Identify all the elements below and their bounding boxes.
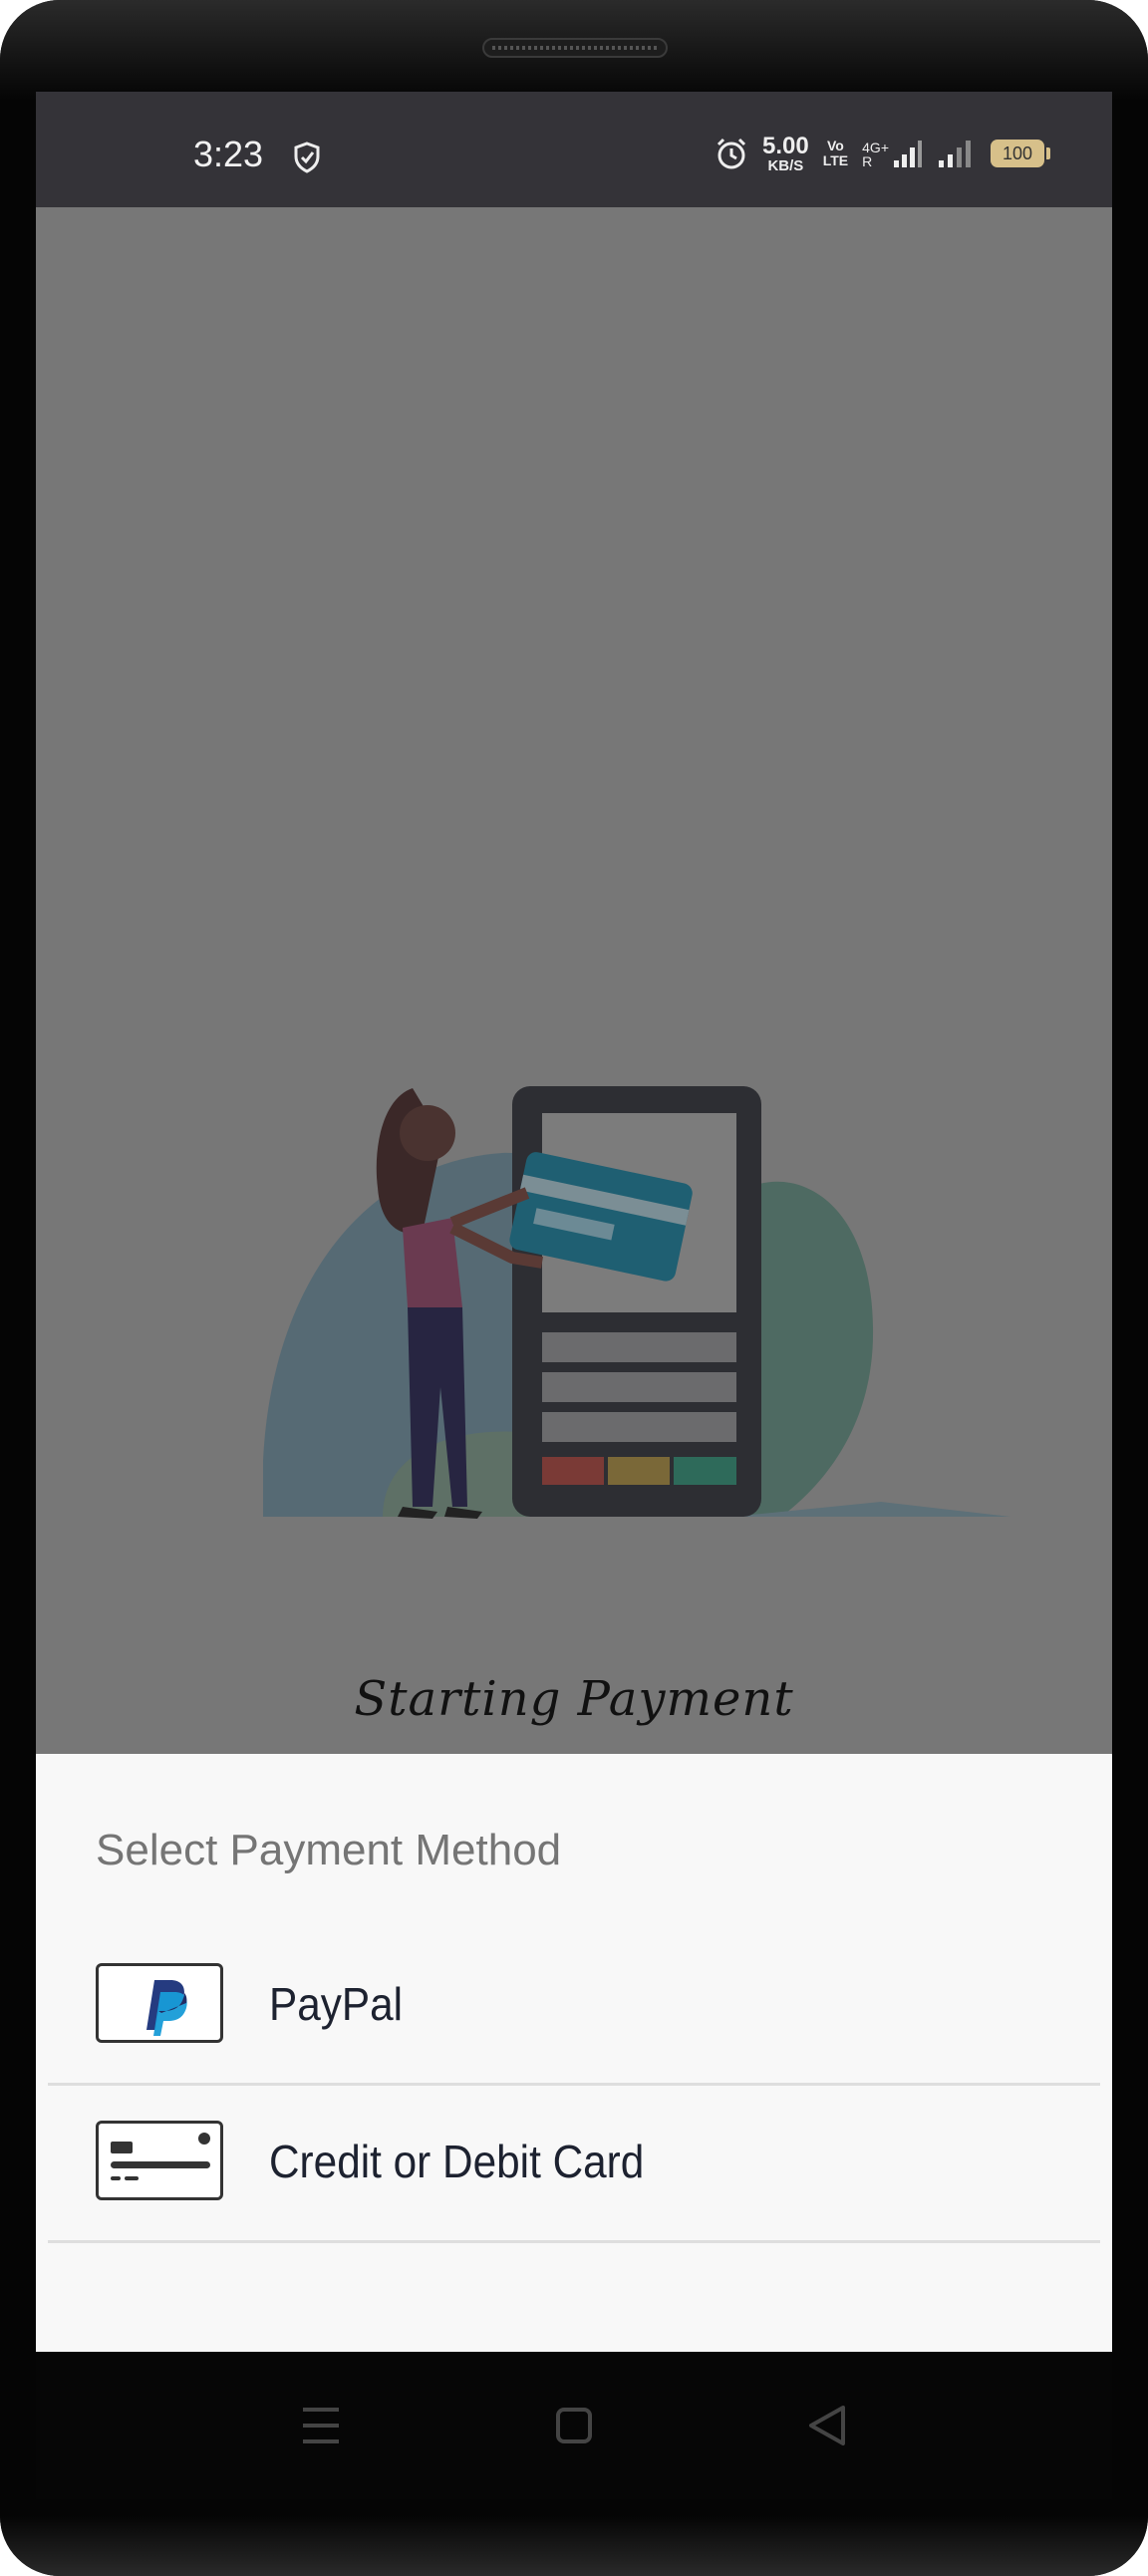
network-speed-value: 5.00 (762, 132, 809, 159)
menu-icon[interactable] (291, 2396, 351, 2455)
phone-frame: 3:23 5.00 KB/S Vo LTE 4G+ R 100 Starting… (0, 0, 1148, 2576)
navigation-bar (36, 2352, 1112, 2499)
payment-method-sheet: Select Payment Method PayPal Credit or D… (36, 1754, 1112, 2352)
roaming-indicator: R (862, 153, 873, 169)
payment-option-paypal[interactable]: PayPal (48, 1925, 1100, 2086)
back-icon[interactable] (797, 2396, 857, 2455)
network-speed-unit: KB/S (767, 156, 804, 174)
sheet-title: Select Payment Method (96, 1826, 562, 1874)
home-icon[interactable] (544, 2396, 604, 2455)
payment-option-card[interactable]: Credit or Debit Card (48, 2083, 1100, 2243)
paypal-icon (96, 1963, 223, 2043)
volte-indicator: Vo LTE (823, 139, 848, 168)
credit-card-icon (96, 2121, 223, 2200)
earpiece-speaker (482, 38, 668, 58)
network-type: 4G+ R (862, 139, 923, 168)
battery-icon: 100 (991, 140, 1050, 167)
network-speed: 5.00 KB/S (762, 132, 809, 174)
battery-level: 100 (1002, 143, 1033, 163)
shield-icon (294, 142, 320, 173)
status-bar: 3:23 5.00 KB/S Vo LTE 4G+ R 100 (36, 92, 1112, 207)
loading-text: Starting Payment (354, 1671, 794, 1727)
volte-line1: Vo (827, 138, 844, 153)
screen: 3:23 5.00 KB/S Vo LTE 4G+ R 100 Starting… (36, 92, 1112, 2352)
payment-illustration (263, 1086, 1010, 1519)
status-time: 3:23 (193, 134, 264, 174)
payment-option-label: PayPal (269, 1978, 404, 2030)
alarm-icon (717, 138, 746, 169)
signal-icon-sim2 (939, 141, 971, 167)
phone-bezel-bottom (0, 2516, 1148, 2576)
status-icons: 5.00 KB/S Vo LTE 4G+ R 100 (715, 132, 1050, 175)
network-type-label: 4G+ (862, 140, 889, 155)
signal-icon (894, 141, 922, 167)
payment-option-label: Credit or Debit Card (269, 2136, 645, 2187)
volte-line2: LTE (822, 152, 849, 168)
